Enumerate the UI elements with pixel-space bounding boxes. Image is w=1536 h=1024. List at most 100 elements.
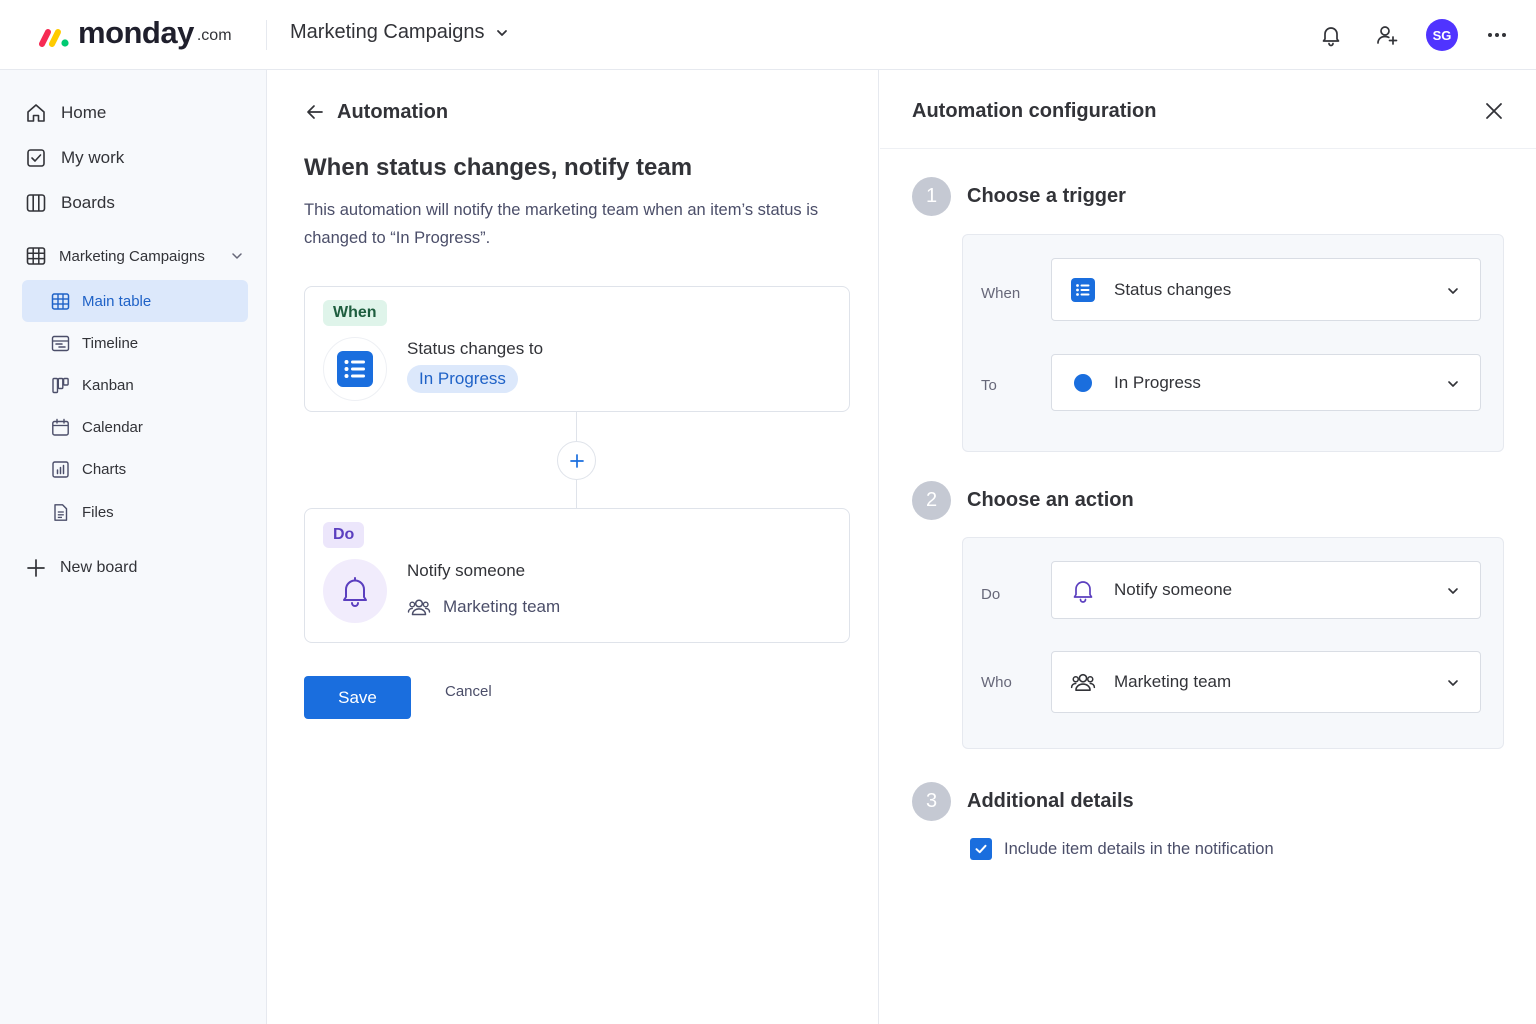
chevron-down-icon[interactable] xyxy=(230,249,244,263)
status-select[interactable]: In Progress xyxy=(1051,354,1481,411)
checkbox-icon xyxy=(24,146,48,170)
step-1-header: 1 Choose a trigger xyxy=(912,177,1126,216)
arrow-left-icon[interactable] xyxy=(303,100,327,124)
action-select[interactable]: Notify someone xyxy=(1051,561,1481,619)
sidebar-view-charts[interactable]: Charts xyxy=(22,448,248,490)
file-icon xyxy=(50,502,70,522)
plus-icon xyxy=(569,453,584,468)
board-switcher[interactable]: Marketing Campaigns xyxy=(290,21,509,44)
sidebar-item-home[interactable]: Home xyxy=(24,95,106,131)
new-board-label: New board xyxy=(60,559,138,576)
include-details-checkbox-row[interactable]: Include item details in the notification xyxy=(970,838,1274,860)
step-2-header: 2 Choose an action xyxy=(912,481,1134,520)
close-icon[interactable] xyxy=(1482,99,1506,123)
top-icons: SG xyxy=(1292,18,1514,52)
cancel-button[interactable]: Cancel xyxy=(445,683,492,703)
sidebar-item-label: Home xyxy=(61,103,107,122)
add-step-button[interactable] xyxy=(557,441,596,480)
select-value: Status changes xyxy=(1114,279,1232,299)
team-icon xyxy=(407,595,431,619)
chart-icon xyxy=(50,459,70,479)
logo-word: monday xyxy=(78,15,194,50)
monday-logo[interactable]: monday .com xyxy=(38,16,232,50)
recipient-select[interactable]: Marketing team xyxy=(1051,651,1481,713)
when-text: Status changes to xyxy=(407,339,544,358)
configuration-panel: Automation configuration 1 Choose a trig… xyxy=(880,70,1536,1024)
automation-description: This automation will notify the marketin… xyxy=(304,201,819,247)
status-list-icon xyxy=(1070,277,1096,303)
select-value: Marketing team xyxy=(1114,672,1232,691)
connector-line xyxy=(576,412,577,442)
bell-icon xyxy=(1070,577,1096,603)
sidebar-item-my-work[interactable]: My work xyxy=(24,140,124,176)
sidebar-view-files[interactable]: Files xyxy=(22,491,248,533)
sidebar-view-calendar[interactable]: Calendar xyxy=(22,406,248,448)
do-text: Notify someone xyxy=(407,561,526,580)
do-card[interactable]: Do Notify someone Marketing team xyxy=(304,508,850,643)
automation-panel: Automation When status changes, notify t… xyxy=(267,70,879,1024)
status-dot-icon xyxy=(1070,370,1096,396)
save-button[interactable]: Save xyxy=(304,676,411,719)
field-label: To xyxy=(981,377,997,394)
step-title: Choose a trigger xyxy=(967,185,1126,207)
plus-icon xyxy=(24,556,48,580)
when-pill: When xyxy=(323,300,387,326)
include-details-label: Include item details in the notification xyxy=(1004,839,1274,858)
sidebar-view-label: Timeline xyxy=(82,334,139,352)
sidebar-group-label: Marketing Campaigns xyxy=(59,247,205,265)
step-3-header: 3 Additional details xyxy=(912,782,1134,821)
chevron-down-icon xyxy=(1446,284,1460,298)
timeline-icon xyxy=(50,333,70,353)
bell-icon[interactable] xyxy=(1314,18,1348,52)
bell-icon xyxy=(323,559,387,623)
chevron-down-icon xyxy=(1446,377,1460,391)
automation-header: Automation xyxy=(303,100,448,124)
topbar-divider xyxy=(266,20,267,50)
chevron-down-icon xyxy=(1446,676,1460,690)
table-icon xyxy=(24,244,48,268)
trigger-box: When Status changes To In Progress xyxy=(962,234,1504,452)
top-bar: monday .com Marketing Campaigns SG xyxy=(0,0,1536,70)
board-switcher-label: Marketing Campaigns xyxy=(290,21,485,43)
sidebar-item-boards[interactable]: Boards xyxy=(24,185,115,221)
sidebar-view-timeline[interactable]: Timeline xyxy=(22,322,248,364)
team-row: Marketing team xyxy=(407,595,560,619)
trigger-select[interactable]: Status changes xyxy=(1051,258,1481,321)
status-list-icon xyxy=(323,337,387,401)
invite-user-icon[interactable] xyxy=(1370,18,1404,52)
sidebar-view-label: Charts xyxy=(82,460,127,478)
select-value: In Progress xyxy=(1114,372,1201,392)
action-box: Do Notify someone Who Marketing team xyxy=(962,537,1504,749)
home-icon xyxy=(24,101,48,125)
team-icon xyxy=(1070,669,1096,695)
sidebar-view-label: Main table xyxy=(82,292,152,310)
when-card[interactable]: When Status changes to In Progress xyxy=(304,286,850,412)
field-label: Do xyxy=(981,586,1001,603)
status-badge: In Progress xyxy=(407,365,518,393)
sidebar-group-marketing-campaigns[interactable]: Marketing Campaigns xyxy=(24,238,248,274)
sidebar-view-main-table[interactable]: Main table xyxy=(22,280,248,322)
step-number: 1 xyxy=(912,177,951,216)
step-number: 3 xyxy=(912,782,951,821)
more-options-icon[interactable] xyxy=(1480,18,1514,52)
step-title: Additional details xyxy=(967,790,1134,812)
kanban-icon xyxy=(50,375,70,395)
avatar[interactable]: SG xyxy=(1426,19,1458,51)
sidebar-view-label: Kanban xyxy=(82,376,134,394)
automation-header-title: Automation xyxy=(337,100,449,123)
table-icon xyxy=(50,291,70,311)
chevron-down-icon xyxy=(495,26,509,40)
new-board-button[interactable]: New board xyxy=(24,552,137,584)
configuration-header: Automation configuration xyxy=(880,70,1536,149)
select-value: Notify someone xyxy=(1114,580,1233,599)
sidebar-view-label: Files xyxy=(82,503,114,521)
sidebar-item-label: Boards xyxy=(61,193,115,212)
field-label: When xyxy=(981,285,1021,302)
sidebar-view-kanban[interactable]: Kanban xyxy=(22,364,248,406)
field-label: Who xyxy=(981,674,1012,691)
sidebar-view-label: Calendar xyxy=(82,418,143,436)
include-details-checkbox[interactable] xyxy=(970,838,992,860)
columns-icon xyxy=(24,191,48,215)
step-title: Choose an action xyxy=(967,489,1134,511)
connector-line xyxy=(576,480,577,508)
